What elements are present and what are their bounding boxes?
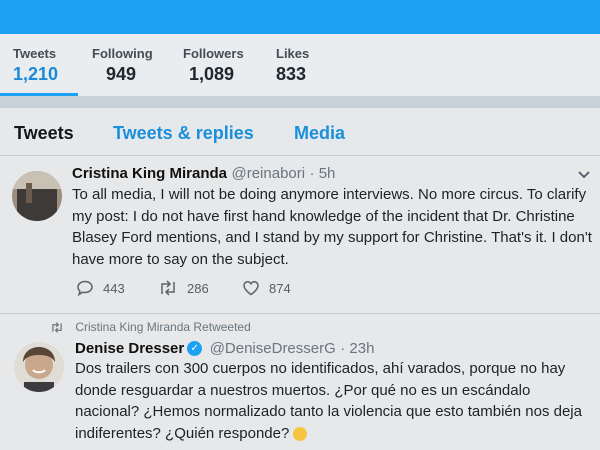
stat-tweets[interactable]: Tweets 1,210 <box>13 46 58 85</box>
stat-following-value: 949 <box>106 64 137 84</box>
tweet-header: Cristina King Miranda @reinabori · 5h <box>72 165 335 183</box>
author-handle[interactable]: @reinabori <box>231 165 305 182</box>
tab-tweets[interactable]: Tweets <box>14 123 74 144</box>
tweet-time[interactable]: · 23h <box>340 340 374 357</box>
stat-tweets-label: Tweets <box>13 46 57 61</box>
sad-face-emoji-icon <box>293 426 308 441</box>
tab-tweets-and-replies[interactable]: Tweets & replies <box>113 123 254 144</box>
profile-photo-icon <box>14 342 64 392</box>
tweet-text: Dos trailers con 300 cuerpos no identifi… <box>75 358 594 444</box>
author-name[interactable]: Denise Dresser <box>75 340 184 357</box>
stat-following-label: Following <box>92 46 153 61</box>
stat-following[interactable]: Following 949 <box>92 46 153 85</box>
stat-likes-value: 833 <box>276 64 307 84</box>
stat-followers-value: 1,089 <box>189 64 235 84</box>
divider-band <box>0 96 600 108</box>
retweet-icon <box>52 322 62 334</box>
reply-count: 443 <box>103 280 125 296</box>
retweet-button[interactable]: 286 <box>158 280 209 296</box>
avatar[interactable] <box>12 171 62 221</box>
stat-likes-label: Likes <box>276 46 310 61</box>
profile-tabs: Tweets Tweets & replies Media <box>0 108 600 156</box>
tweet-time[interactable]: · 5h <box>310 165 336 182</box>
avatar[interactable] <box>14 342 64 392</box>
tweet[interactable]: Cristina King Miranda Retweeted Denise D… <box>0 314 600 450</box>
retweet-count: 286 <box>187 280 209 296</box>
retweet-icon <box>161 280 175 296</box>
tweet[interactable]: Cristina King Miranda @reinabori · 5h To… <box>0 156 600 314</box>
like-button[interactable]: 874 <box>242 280 291 296</box>
retweet-context: Cristina King Miranda Retweeted <box>50 320 251 334</box>
profile-stats: Tweets 1,210 Following 949 Followers 1,0… <box>0 34 600 96</box>
chevron-down-icon[interactable] <box>578 168 590 182</box>
reply-button[interactable]: 443 <box>76 280 125 296</box>
tweet-header: Denise Dresser ✓ @DeniseDresserG · 23h <box>75 340 374 358</box>
top-bar <box>0 0 600 34</box>
stat-followers-label: Followers <box>183 46 244 61</box>
tweet-text-content: Dos trailers con 300 cuerpos no identifi… <box>75 360 582 442</box>
profile-photo-icon <box>12 171 62 221</box>
retweeted-by-label[interactable]: Cristina King Miranda Retweeted <box>75 320 250 334</box>
tweet-actions: 443 286 874 <box>72 280 372 300</box>
like-count: 874 <box>269 280 291 296</box>
stat-followers[interactable]: Followers 1,089 <box>183 46 244 85</box>
author-name[interactable]: Cristina King Miranda <box>72 165 227 182</box>
stat-tweets-value: 1,210 <box>13 64 59 84</box>
tweet-text: To all media, I will not be doing anymor… <box>72 186 592 268</box>
stat-likes[interactable]: Likes 833 <box>276 46 309 85</box>
verified-badge-icon: ✓ <box>187 341 203 357</box>
heart-icon <box>243 281 259 296</box>
reply-icon <box>77 280 93 296</box>
tab-media[interactable]: Media <box>294 123 345 144</box>
author-handle[interactable]: @DeniseDresserG <box>210 340 336 357</box>
